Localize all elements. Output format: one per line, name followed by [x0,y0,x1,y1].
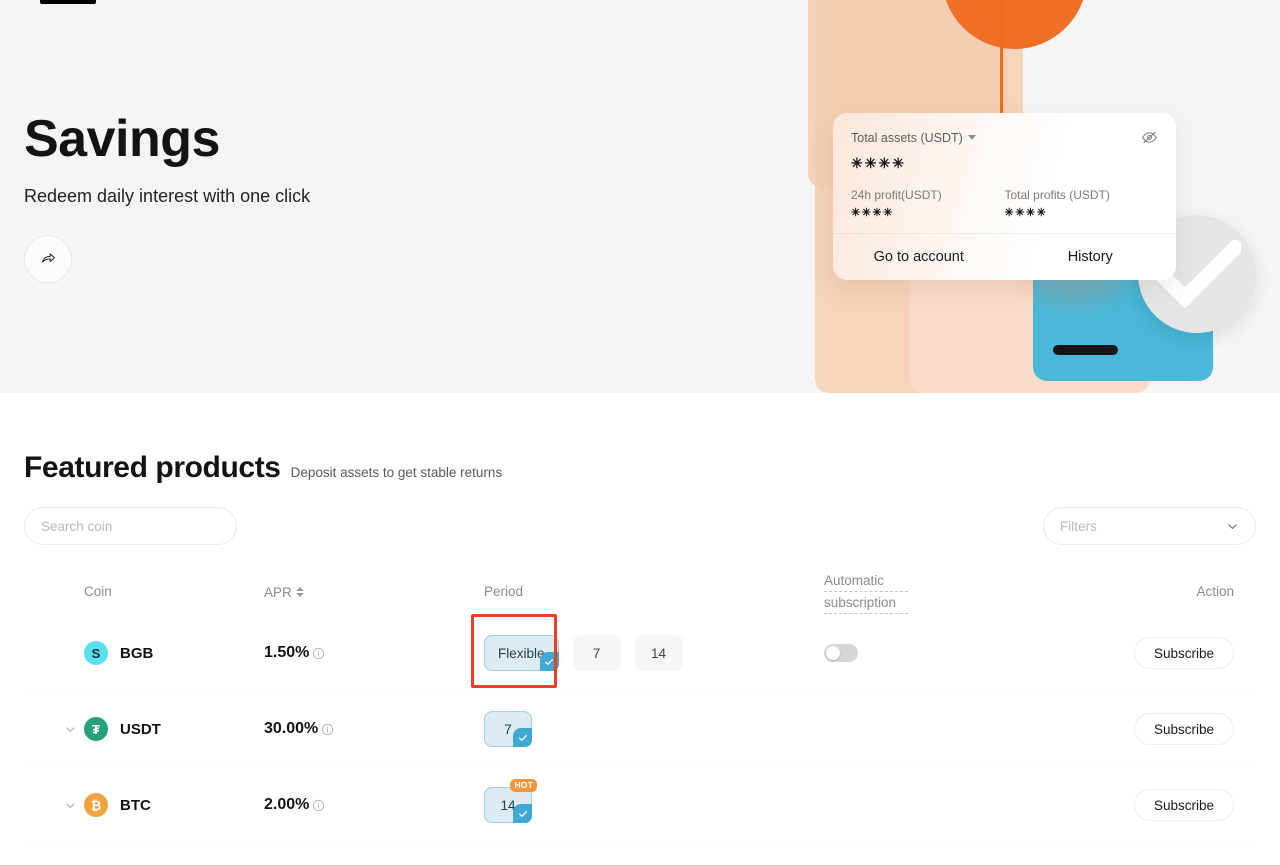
period-chip-label: 14 [651,645,667,661]
subscribe-button[interactable]: Subscribe [1133,637,1234,669]
column-header-apr-label: APR [264,584,292,600]
coin-cell: ₿ BTC [84,793,264,817]
featured-subtitle: Deposit assets to get stable returns [290,465,503,480]
table-row: S BGB 1.50% Flexible 7 14 Subscribe [24,614,1256,691]
column-header-action: Action [1196,584,1234,599]
period-chip-label: Flexible [498,645,545,661]
apr-value: 2.00% [264,796,310,813]
chip-selected-check-icon [513,728,532,747]
coin-name: BGB [120,644,154,662]
sort-icon[interactable] [295,587,304,597]
period-chip-7[interactable]: 7 [484,711,532,747]
total-profits-block: Total profits (USDT) ✳✳✳✳ [1005,188,1159,219]
total-profits-value: ✳✳✳✳ [1004,207,1048,219]
table-header-row: Coin APR Period Automatic subscription A… [24,569,1256,615]
hero-section: Total assets (USDT) ✳✳✳✳ 24h profit(USDT… [0,0,1280,393]
table-row: ₿ BTC 2.00% 14 HOT Subscribe [24,767,1256,843]
info-icon[interactable] [321,723,334,736]
featured-title: Featured products [24,451,281,484]
history-button[interactable]: History [1005,249,1177,265]
apr-cell: 1.50% [264,644,484,662]
auto-subscription-toggle[interactable] [824,644,858,662]
featured-products-section: Featured products Deposit assets to get … [0,393,1280,843]
profit-24h-label: 24h profit(USDT) [851,188,942,202]
share-icon [41,253,55,263]
coin-name: USDT [120,720,161,738]
column-header-automatic-line1: Automatic [824,570,908,592]
chevron-down-icon [967,135,976,140]
apr-cell: 2.00% [264,796,484,814]
apr-cell: 30.00% [264,720,484,738]
column-header-automatic-line2: subscription [824,595,897,610]
total-assets-value: ✳✳✳✳ [851,155,906,171]
total-assets-card: Total assets (USDT) ✳✳✳✳ 24h profit(USDT… [833,113,1176,280]
eye-off-icon[interactable] [1141,129,1158,146]
row-expander[interactable] [60,795,80,815]
chevron-down-icon [65,802,75,808]
period-chip-14[interactable]: 14 [634,635,683,671]
profit-24h-value: ✳✳✳✳ [851,207,894,219]
hot-badge: HOT [510,779,537,792]
coin-icon: S [84,641,108,665]
chevron-down-icon [1228,523,1237,529]
apr-value: 1.50% [264,644,310,661]
toggle-knob [826,646,840,660]
filters-label: Filters [1060,518,1097,534]
subscribe-button[interactable]: Subscribe [1133,713,1234,745]
period-chip-14[interactable]: 14 HOT [484,779,537,823]
table-row: ₮ USDT 30.00% 7 Subscribe [24,691,1256,767]
period-chip-7[interactable]: 7 [572,635,621,671]
subscribe-button[interactable]: Subscribe [1133,789,1234,821]
coin-cell: S BGB [84,641,264,665]
column-header-coin: Coin [84,584,112,599]
page-title: Savings [24,110,220,168]
row-expander[interactable] [60,719,80,739]
page-subtitle: Redeem daily interest with one click [24,185,311,206]
coin-cell: ₮ USDT [84,717,264,741]
info-icon[interactable] [312,647,325,660]
filters-dropdown[interactable]: Filters [1043,507,1256,545]
column-header-period: Period [484,584,524,599]
share-button[interactable] [24,234,72,283]
chip-selected-check-icon [513,804,532,823]
art-blue-card-bar [1053,345,1118,355]
period-chip-group: 14 HOT [484,779,824,823]
coin-name: BTC [120,796,151,814]
go-to-account-button[interactable]: Go to account [833,249,1005,265]
period-chip-label: 7 [592,645,601,661]
total-assets-label: Total assets (USDT) [851,130,963,145]
period-chip-flexible[interactable]: Flexible [471,614,559,688]
coin-icon: ₮ [84,717,108,741]
total-assets-selector[interactable]: Total assets (USDT) [851,131,976,145]
table-body: S BGB 1.50% Flexible 7 14 Subscribe ₮ US… [24,614,1256,843]
products-table: Coin APR Period Automatic subscription A… [24,569,1256,843]
search-coin-box[interactable] [24,507,237,545]
nav-active-indicator [40,0,96,4]
profit-24h-block: 24h profit(USDT) ✳✳✳✳ [851,188,1005,219]
total-profits-label: Total profits (USDT) [1004,188,1110,202]
period-chip-group: Flexible 7 14 [471,614,824,688]
search-input[interactable] [41,518,218,534]
column-header-apr[interactable]: APR [264,585,484,600]
period-chip-label: 7 [504,721,512,737]
period-chip-group: 7 [484,711,824,747]
info-icon[interactable] [312,799,325,812]
chip-selected-check-icon [539,652,559,671]
column-header-automatic-subscription[interactable]: Automatic subscription [824,570,908,614]
apr-value: 30.00% [264,720,319,737]
chevron-down-icon [65,726,75,732]
coin-icon: ₿ [84,793,108,817]
